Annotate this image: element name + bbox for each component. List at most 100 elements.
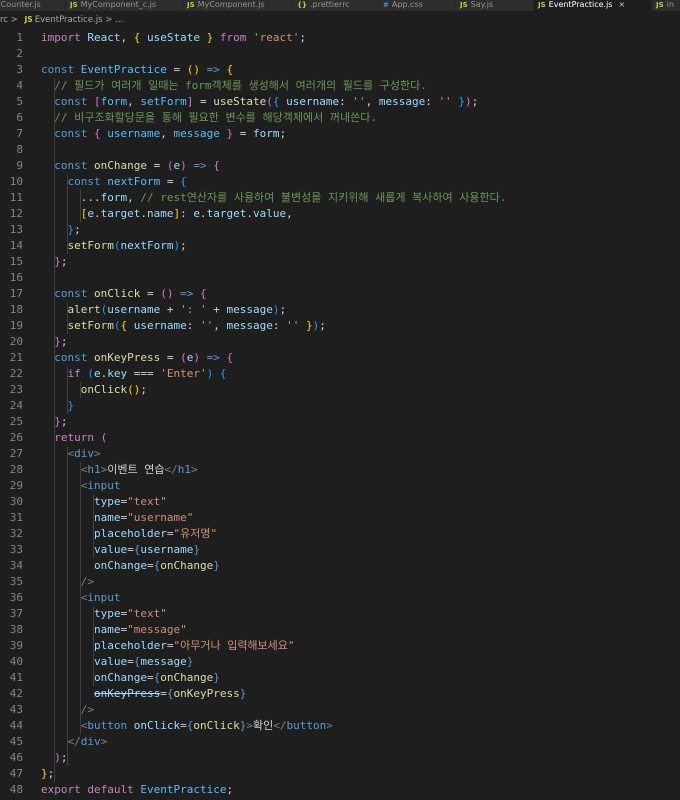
code-token: '' bbox=[199, 319, 214, 332]
code-line[interactable]: 34 onChange={onChange} bbox=[0, 558, 680, 574]
line-number: 30 bbox=[9, 495, 23, 508]
code-token: { bbox=[272, 95, 287, 108]
code-line[interactable]: 15 }; bbox=[0, 254, 680, 270]
code-line[interactable]: 31 name="username" bbox=[0, 510, 680, 526]
tab-prettierrc[interactable]: {} .prettierrc bbox=[293, 0, 379, 11]
code-line[interactable]: 25 }; bbox=[0, 414, 680, 430]
close-icon[interactable]: × bbox=[618, 0, 625, 9]
code-token: import bbox=[41, 31, 88, 44]
file-type-icon: # bbox=[383, 1, 389, 9]
code-line[interactable]: 23 onClick(); bbox=[0, 382, 680, 398]
code-line[interactable]: 16 bbox=[0, 270, 680, 286]
code-line[interactable]: 45 </div> bbox=[0, 734, 680, 750]
code-line[interactable]: 38 name="message" bbox=[0, 622, 680, 638]
code-line[interactable]: 41 onChange={onChange} bbox=[0, 670, 680, 686]
tab-label: EventPractice.js bbox=[548, 0, 613, 9]
code-line[interactable]: 10 const nextForm = { bbox=[0, 174, 680, 190]
code-token: alert bbox=[67, 303, 101, 316]
code-text: <div> bbox=[41, 446, 101, 462]
tab-mycomponent-js[interactable]: JS MyComponent.js bbox=[183, 0, 293, 11]
code-token: ; bbox=[319, 319, 326, 332]
code-token: e bbox=[87, 207, 94, 220]
code-line[interactable]: 39 placeholder="아무거나 입력해보세요" bbox=[0, 638, 680, 654]
line-number: 46 bbox=[9, 751, 23, 764]
code-line[interactable]: 4 // 필드가 여러개 일때는 form객체를 생성해서 여러개의 필드를 구… bbox=[0, 78, 680, 94]
code-token: ; bbox=[140, 383, 147, 396]
tab-counter-js[interactable]: JSCounter.js bbox=[0, 0, 66, 11]
code-line[interactable]: 17 const onClick = () => { bbox=[0, 286, 680, 302]
tab-label: Say.js bbox=[470, 0, 494, 9]
code-line[interactable]: 8 bbox=[0, 142, 680, 158]
code-line[interactable]: 24 } bbox=[0, 398, 680, 414]
code-line[interactable]: 37 type="text" bbox=[0, 606, 680, 622]
code-line[interactable]: 36 <input bbox=[0, 590, 680, 606]
code-line[interactable]: 30 type="text" bbox=[0, 494, 680, 510]
code-line[interactable]: 18 alert(username + ': ' + message); bbox=[0, 302, 680, 318]
code-line[interactable]: 43 /> bbox=[0, 702, 680, 718]
code-line[interactable]: 27 <div> bbox=[0, 446, 680, 462]
code-line[interactable]: 40 value={message} bbox=[0, 654, 680, 670]
code-line[interactable]: 6 // 비구조화할당문을 통해 필요한 변수를 해당객체에서 꺼내쓴다. bbox=[0, 110, 680, 126]
code-line[interactable]: 13 }; bbox=[0, 222, 680, 238]
code-line[interactable]: 32 placeholder="유저명" bbox=[0, 526, 680, 542]
line-number: 26 bbox=[9, 431, 23, 444]
code-line[interactable]: 26 return ( bbox=[0, 430, 680, 446]
tab-in[interactable]: JS in bbox=[652, 0, 680, 11]
breadcrumb-file[interactable]: EventPractice.js bbox=[35, 15, 103, 25]
code-line[interactable]: 28 <h1>이벤트 연습</h1> bbox=[0, 462, 680, 478]
code-line[interactable]: 21 const onKeyPress = (e) => { bbox=[0, 350, 680, 366]
line-number: 3 bbox=[16, 63, 23, 76]
code-text: ...form, // rest연산자를 사용하여 불변성을 지키위해 새롭게 … bbox=[41, 190, 507, 206]
code-line[interactable]: 35 /> bbox=[0, 574, 680, 590]
code-line[interactable]: 11 ...form, // rest연산자를 사용하여 불변성을 지키위해 새… bbox=[0, 190, 680, 206]
code-line[interactable]: 12 [e.target.name]: e.target.value, bbox=[0, 206, 680, 222]
line-number: 2 bbox=[16, 47, 23, 60]
code-line[interactable]: 29 <input bbox=[0, 478, 680, 494]
code-text: name="username" bbox=[41, 510, 193, 526]
code-line[interactable]: 47}; bbox=[0, 766, 680, 782]
indent-guide bbox=[80, 462, 81, 734]
code-token: , bbox=[286, 207, 293, 220]
code-text: const EventPractice = () => { bbox=[41, 62, 233, 78]
code-token: } bbox=[305, 319, 313, 332]
indent-guide bbox=[67, 446, 68, 766]
tab-say-js[interactable]: JS Say.js bbox=[456, 0, 534, 11]
code-line[interactable]: 19 setForm({ username: '', message: '' }… bbox=[0, 318, 680, 334]
code-line[interactable]: 44 <button onClick={onClick}>확인</button> bbox=[0, 718, 680, 734]
tab-mycomponent-c-js[interactable]: JS MyComponent_c.js bbox=[66, 0, 183, 11]
code-token: h1 bbox=[87, 463, 101, 476]
code-line[interactable]: 42 onKeyPress={onKeyPress} bbox=[0, 686, 680, 702]
tab-app-css[interactable]: # App.css bbox=[379, 0, 456, 11]
code-line[interactable]: 3 const EventPractice = () => { bbox=[0, 62, 680, 78]
code-line[interactable]: 9 const onChange = (e) => { bbox=[0, 158, 680, 174]
code-token: e bbox=[94, 367, 101, 380]
code-line[interactable]: 22 if (e.key === 'Enter') { bbox=[0, 366, 680, 382]
code-token: , bbox=[127, 191, 141, 204]
code-token: return bbox=[54, 431, 101, 444]
code-line[interactable]: 48 export default EventPractice; bbox=[0, 782, 680, 798]
code-line[interactable]: 46 ); bbox=[0, 750, 680, 766]
code-line[interactable]: 2 bbox=[0, 46, 680, 62]
code-editor[interactable]: 1 import React, { useState } from 'react'… bbox=[0, 30, 680, 800]
code-token: => bbox=[199, 351, 227, 364]
code-line[interactable]: 20 }; bbox=[0, 334, 680, 350]
code-token: } bbox=[186, 655, 194, 668]
code-token: nextForm bbox=[120, 239, 174, 252]
code-line[interactable]: 1 import React, { useState } from 'react'… bbox=[0, 30, 680, 46]
line-number: 12 bbox=[9, 207, 23, 220]
tab-eventpractice-js[interactable]: JS EventPractice.js × bbox=[534, 0, 652, 11]
breadcrumb-symbol[interactable]: ... bbox=[115, 15, 123, 25]
code-token: ( bbox=[180, 351, 187, 364]
code-line[interactable]: 33 value={username} bbox=[0, 542, 680, 558]
editor-tab-bar: JSCounter.jsJSMyComponent_c.jsJSMyCompon… bbox=[0, 0, 680, 11]
code-line[interactable]: 5 const [form, setForm] = useState({ use… bbox=[0, 94, 680, 110]
code-token: > bbox=[100, 735, 108, 748]
breadcrumb-folder[interactable]: rc bbox=[0, 15, 8, 25]
code-line[interactable]: 7 const { username, message } = form; bbox=[0, 126, 680, 142]
code-line[interactable]: 14 setForm(nextForm); bbox=[0, 238, 680, 254]
code-token: ) bbox=[54, 751, 61, 764]
